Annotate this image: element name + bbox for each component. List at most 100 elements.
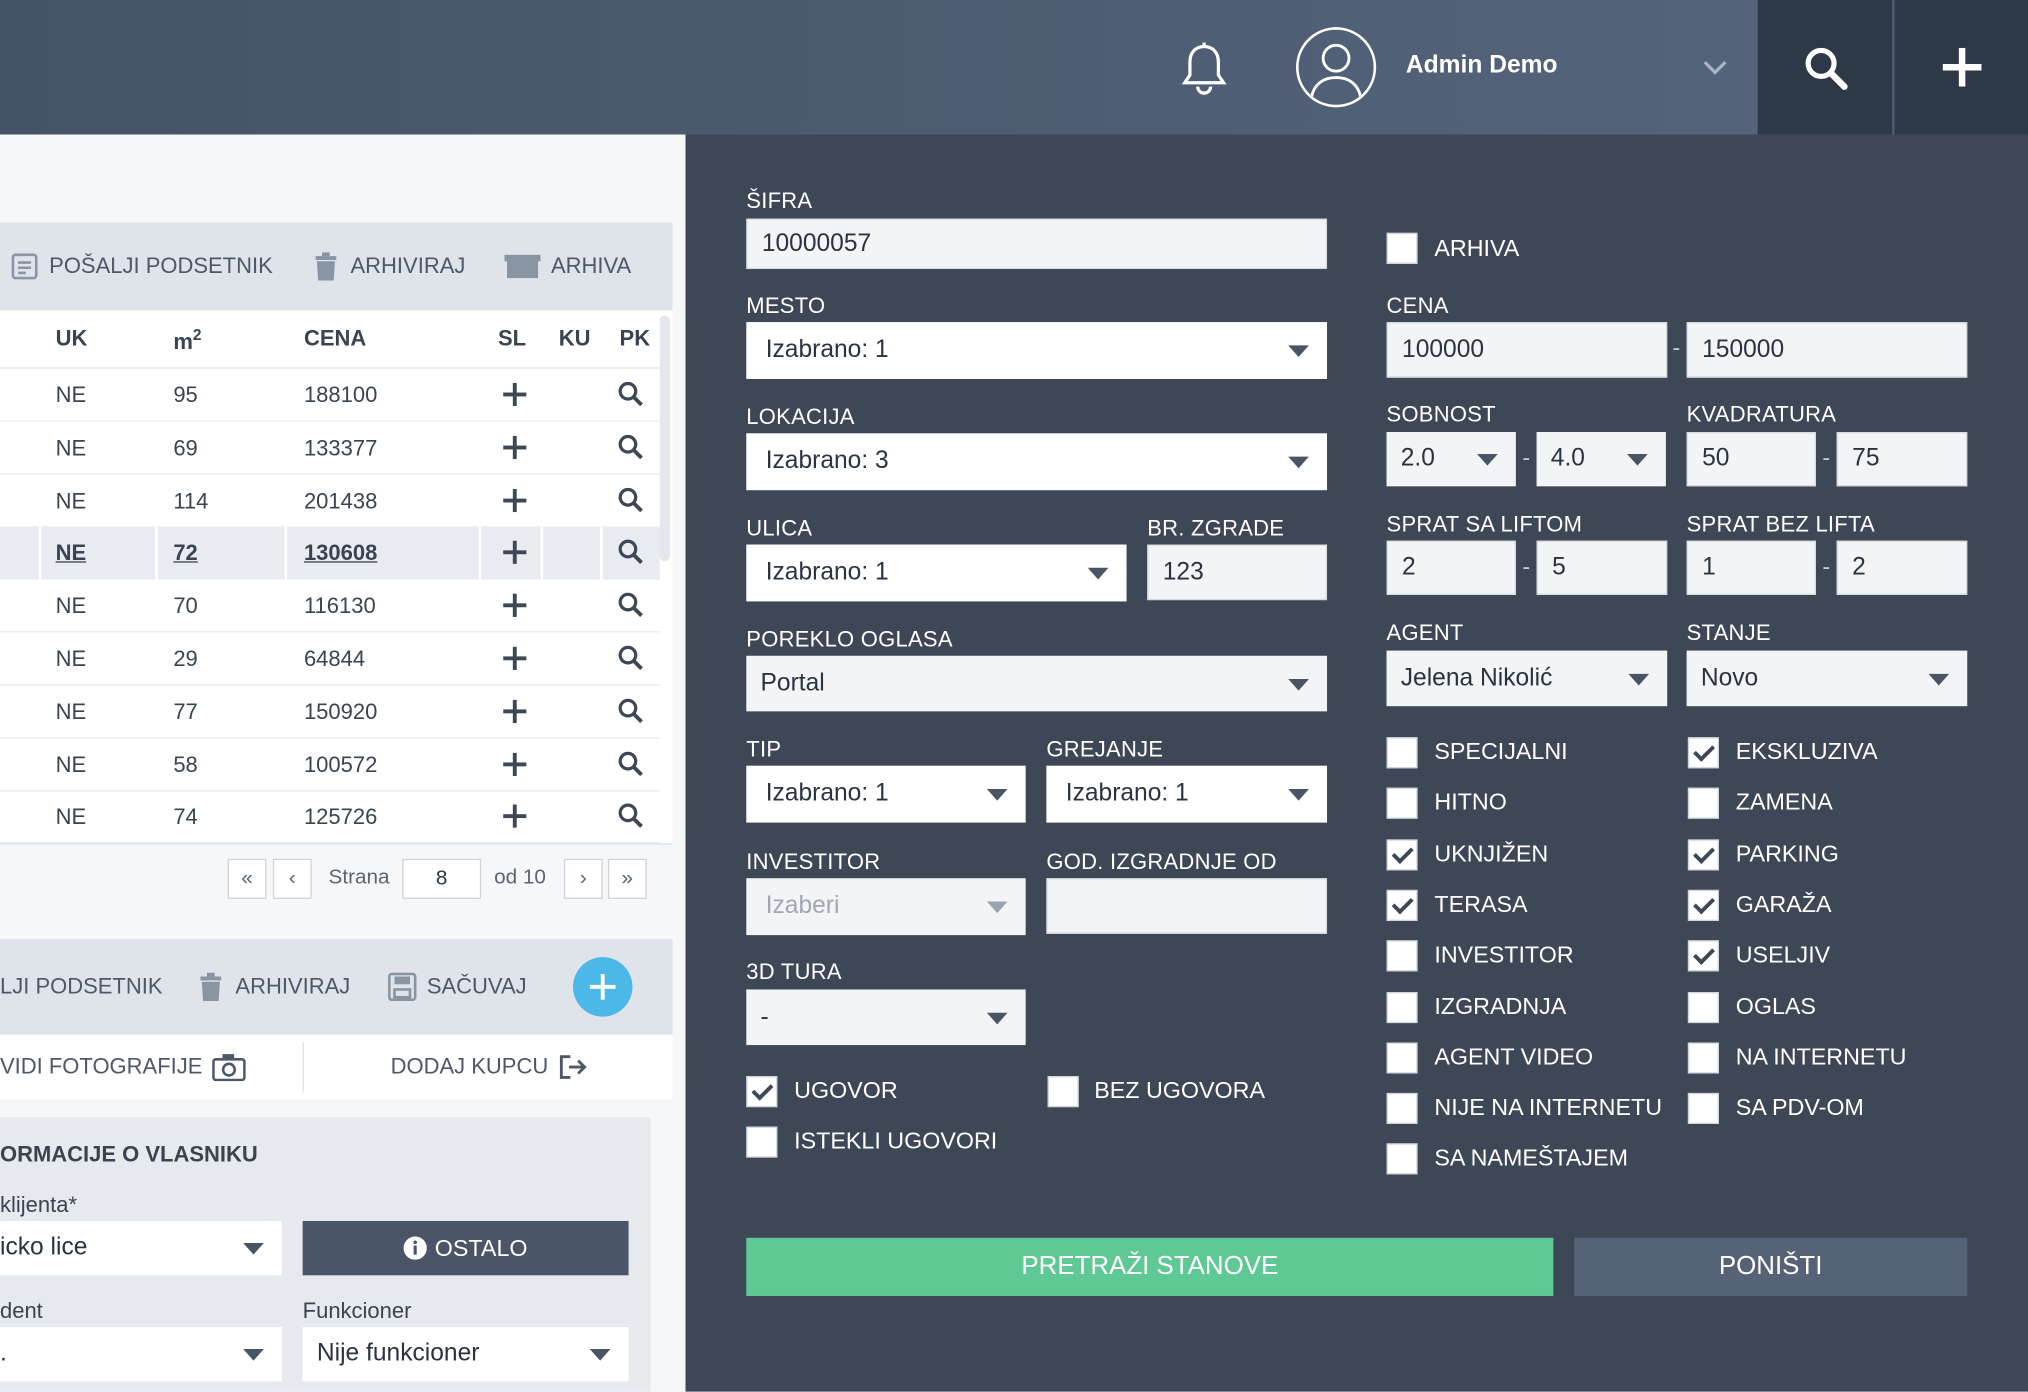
flag-checkbox[interactable] — [1687, 737, 1719, 769]
col-m2[interactable]: m2 — [173, 326, 201, 355]
agent-select[interactable]: Jelena Nikolić — [1386, 650, 1668, 707]
other-button[interactable]: OSTALO — [302, 1220, 629, 1276]
search-icon[interactable] — [618, 698, 643, 723]
view-photos-link[interactable]: VIDI FOTOGRAFIJE — [0, 1053, 247, 1082]
table-scrollbar[interactable] — [659, 315, 670, 562]
lokacija-select[interactable]: Izabrano: 3 — [746, 433, 1328, 491]
search-icon[interactable] — [618, 381, 643, 407]
search-icon[interactable] — [618, 487, 643, 512]
resident-select[interactable]: . — [0, 1327, 282, 1382]
col-ku[interactable]: KU — [559, 326, 591, 352]
sobnost-from-select[interactable]: 2.0 — [1386, 431, 1516, 487]
plus-icon[interactable] — [503, 752, 527, 776]
flag-checkbox[interactable] — [1386, 788, 1418, 820]
flag-checkbox[interactable] — [1687, 940, 1719, 972]
god-izgradnje-input[interactable] — [1046, 878, 1328, 934]
flag-checkbox[interactable] — [1687, 889, 1719, 921]
ulica-select[interactable]: Izabrano: 1 — [746, 544, 1127, 602]
bez-ugovora-checkbox[interactable] — [1047, 1076, 1079, 1108]
flag-checkbox[interactable] — [1386, 940, 1418, 972]
plus-icon[interactable] — [503, 382, 527, 407]
sifra-input[interactable]: 10000057 — [746, 218, 1328, 270]
last-page-button[interactable]: » — [607, 858, 647, 899]
search-icon[interactable] — [618, 592, 643, 618]
save-button[interactable]: SAČUVAJ — [388, 972, 527, 1002]
sobnost-to-select[interactable]: 4.0 — [1536, 431, 1666, 487]
col-sl[interactable]: SL — [498, 326, 526, 352]
first-page-button[interactable]: « — [227, 858, 267, 899]
table-row[interactable]: NE 95 188100 — [0, 369, 660, 422]
investitor-select[interactable]: Izaberi — [746, 878, 1026, 936]
flag-checkbox[interactable] — [1687, 1042, 1719, 1074]
search-apartments-button[interactable]: PRETRAŽI STANOVE — [746, 1237, 1554, 1296]
col-uk[interactable]: UK — [56, 326, 88, 352]
tip-select[interactable]: Izabrano: 1 — [746, 765, 1026, 823]
plus-icon[interactable] — [503, 805, 527, 829]
sprat-lift-from-input[interactable]: 2 — [1386, 540, 1516, 595]
ugovor-checkbox[interactable] — [746, 1076, 778, 1108]
send-reminder-button-2[interactable]: LJI PODSETNIK — [0, 974, 163, 1000]
add-to-buyer-link[interactable]: DODAJ KUPCU — [391, 1053, 587, 1081]
archive-button[interactable]: ARHIVIRAJ — [312, 252, 465, 281]
sprat-lift-to-input[interactable]: 5 — [1536, 540, 1668, 595]
flag-checkbox[interactable] — [1687, 1093, 1719, 1125]
archive-button-2[interactable]: ARHIVIRAJ — [197, 972, 350, 1002]
flag-checkbox[interactable] — [1386, 889, 1418, 921]
archive-list-button[interactable]: ARHIVA — [504, 252, 631, 280]
search-button[interactable] — [1757, 0, 1893, 135]
search-icon[interactable] — [618, 540, 643, 565]
avatar-icon[interactable] — [1295, 27, 1377, 108]
flag-checkbox[interactable] — [1687, 788, 1719, 820]
reset-button[interactable]: PONIŠTI — [1574, 1237, 1968, 1296]
search-icon[interactable] — [618, 434, 643, 459]
table-row[interactable]: NE 72 130608 — [0, 526, 660, 580]
flag-checkbox[interactable] — [1386, 838, 1418, 870]
istekli-ugovori-checkbox[interactable] — [746, 1126, 778, 1158]
sprat-bez-to-input[interactable]: 2 — [1836, 540, 1968, 595]
kvadratura-to-input[interactable]: 75 — [1836, 431, 1968, 487]
plus-icon[interactable] — [503, 541, 527, 565]
flag-checkbox[interactable] — [1386, 991, 1418, 1023]
cena-from-input[interactable]: 100000 — [1386, 322, 1668, 378]
cena-to-input[interactable]: 150000 — [1686, 322, 1968, 378]
flag-checkbox[interactable] — [1687, 991, 1719, 1023]
prev-page-button[interactable]: ‹ — [272, 858, 312, 899]
table-row[interactable]: NE 69 133377 — [0, 421, 660, 475]
notifications-bell-icon[interactable] — [1180, 41, 1229, 95]
table-row[interactable]: NE 114 201438 — [0, 474, 660, 528]
table-row[interactable]: NE 29 64844 — [0, 632, 660, 686]
flag-checkbox[interactable] — [1386, 1143, 1418, 1175]
sprat-bez-from-input[interactable]: 1 — [1686, 540, 1816, 595]
plus-icon[interactable] — [503, 699, 527, 723]
br-zgrade-input[interactable]: 123 — [1147, 544, 1328, 601]
client-type-select[interactable]: icko lice — [0, 1220, 282, 1276]
arhiva-checkbox[interactable] — [1386, 232, 1418, 264]
plus-icon[interactable] — [503, 435, 527, 459]
plus-icon[interactable] — [503, 488, 527, 512]
col-cena[interactable]: CENA — [304, 326, 366, 352]
page-input[interactable]: 8 — [402, 858, 482, 899]
add-button[interactable] — [1893, 0, 2028, 135]
search-icon[interactable] — [618, 751, 643, 776]
add-circle-button[interactable] — [572, 957, 633, 1017]
chevron-down-icon[interactable] — [1700, 52, 1731, 83]
stanje-select[interactable]: Novo — [1686, 650, 1968, 707]
send-reminder-button[interactable]: POŠALJI PODSETNIK — [10, 252, 273, 280]
table-row[interactable]: NE 70 116130 — [0, 580, 660, 633]
search-icon[interactable] — [618, 645, 643, 670]
flag-checkbox[interactable] — [1386, 737, 1418, 769]
kvadratura-from-input[interactable]: 50 — [1686, 431, 1816, 487]
plus-icon[interactable] — [503, 593, 527, 618]
grejanje-select[interactable]: Izabrano: 1 — [1046, 765, 1328, 823]
table-row[interactable]: NE 58 100572 — [0, 738, 660, 792]
mesto-select[interactable]: Izabrano: 1 — [746, 322, 1328, 379]
3d-tura-select[interactable]: - — [746, 989, 1026, 1046]
plus-icon[interactable] — [503, 646, 527, 670]
table-row[interactable]: NE 77 150920 — [0, 685, 660, 739]
official-select[interactable]: Nije funkcioner — [302, 1327, 629, 1382]
col-pk[interactable]: PK — [620, 326, 651, 352]
next-page-button[interactable]: › — [563, 858, 603, 899]
flag-checkbox[interactable] — [1386, 1093, 1418, 1125]
table-row[interactable]: NE 74 125726 — [0, 791, 660, 844]
flag-checkbox[interactable] — [1386, 1042, 1418, 1074]
